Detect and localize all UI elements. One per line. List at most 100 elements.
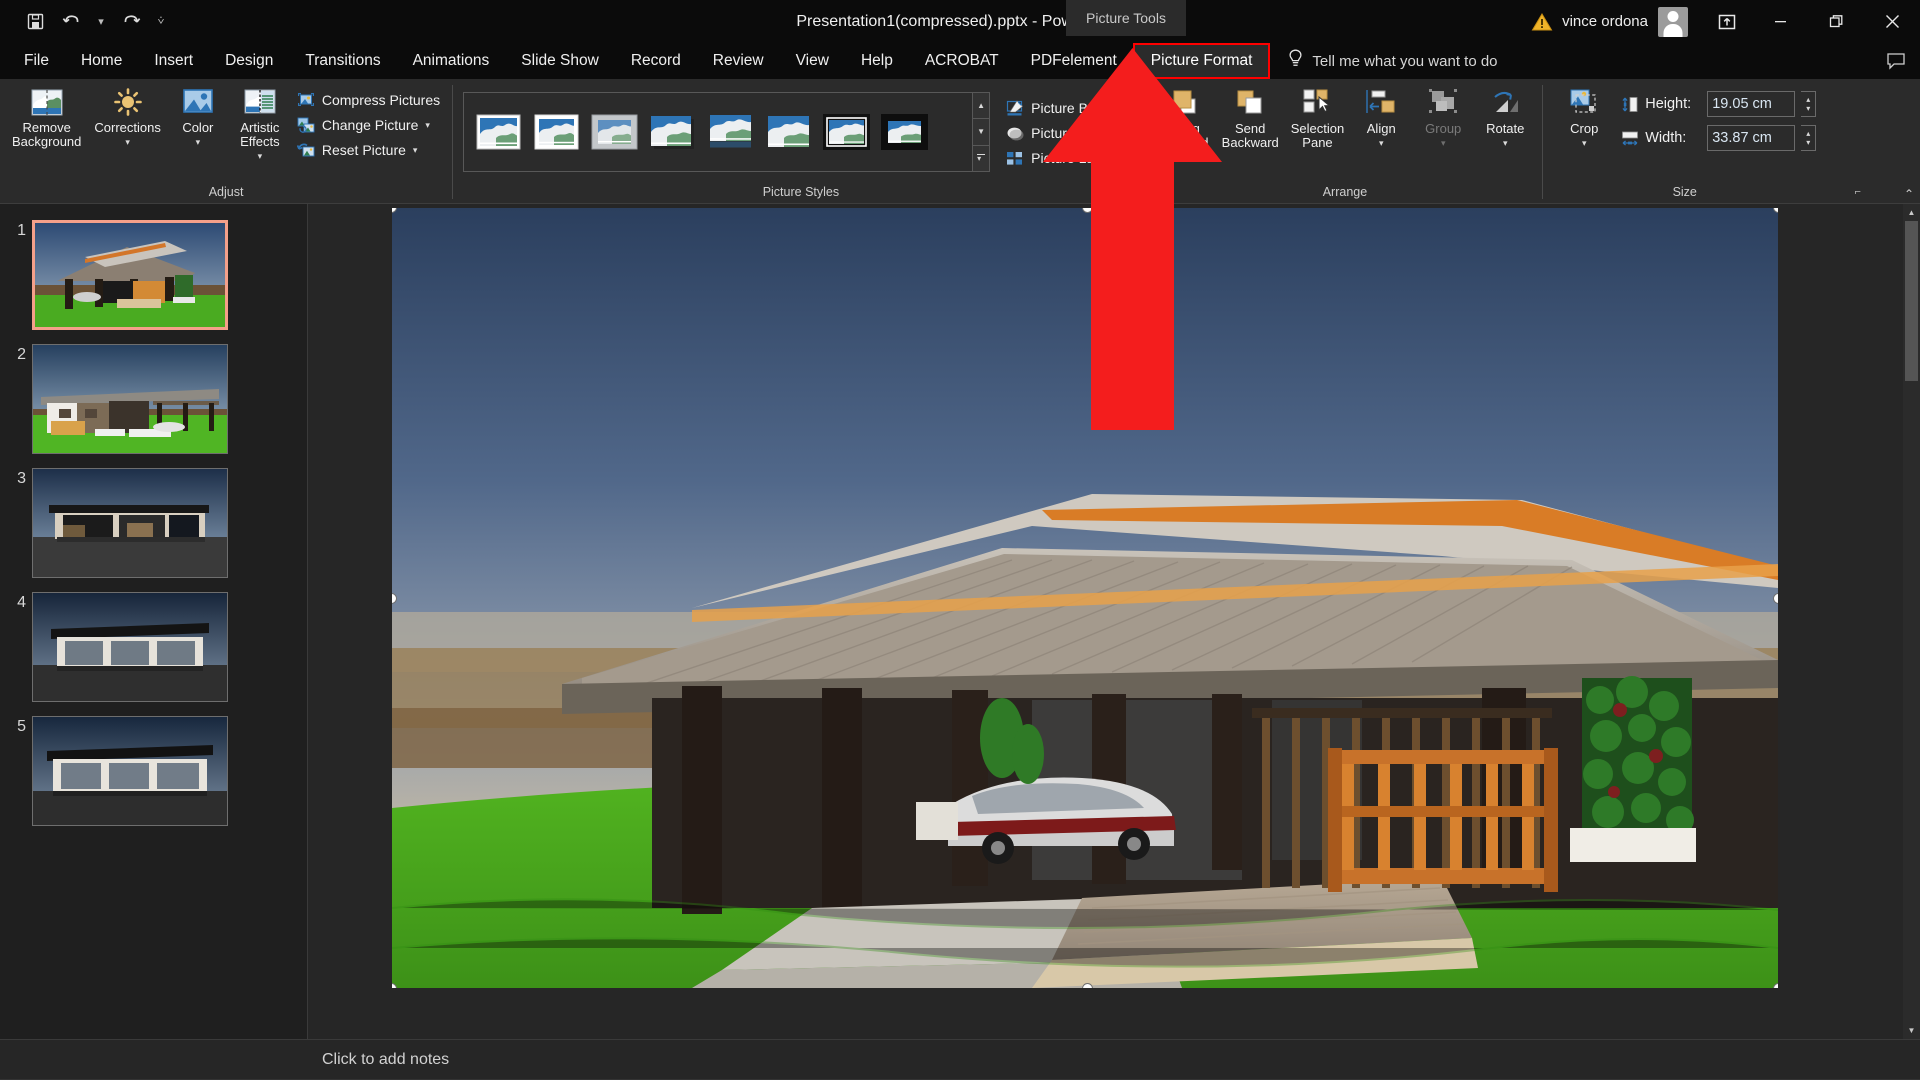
- slide-thumbnail-item[interactable]: 2: [0, 344, 307, 454]
- picture-style-thumbnail[interactable]: [474, 112, 523, 152]
- picture-style-thumbnail[interactable]: [880, 112, 929, 152]
- tab-slide-show[interactable]: Slide Show: [505, 43, 615, 79]
- slide-canvas-area[interactable]: ▲ ▼: [308, 204, 1920, 1039]
- account-name[interactable]: vince ordona: [1562, 13, 1648, 30]
- height-spinner[interactable]: ▴ ▾: [1801, 91, 1817, 117]
- compress-pictures-button[interactable]: Compress Pictures: [291, 88, 446, 112]
- quick-access-toolbar[interactable]: ▾ ⩒: [0, 6, 172, 38]
- picture-style-thumbnail[interactable]: [590, 112, 639, 152]
- scrollbar-thumb[interactable]: [1905, 221, 1918, 381]
- change-picture-button[interactable]: Change Picture ▾: [291, 113, 446, 137]
- picture-layout-button[interactable]: Picture Layout ▾: [1000, 146, 1139, 170]
- notes-pane[interactable]: Click to add notes: [0, 1039, 1920, 1079]
- bring-forward-button[interactable]: Bring Forward: [1154, 86, 1216, 152]
- remove-background-button[interactable]: Remove Background: [6, 86, 87, 151]
- gallery-scroll-up-button[interactable]: ▲: [973, 93, 990, 120]
- ribbon-group-size: Crop ▾ Height: 19.05 cm ▴ ▾ Width: 33.87…: [1543, 79, 1861, 203]
- selection-handle-bottom-center[interactable]: [1082, 983, 1093, 988]
- remove-background-icon: [30, 88, 64, 118]
- send-backward-icon: [1233, 88, 1267, 119]
- canvas-vertical-scrollbar[interactable]: ▲ ▼: [1903, 204, 1920, 1039]
- group-label-size: Size ⌐: [1553, 181, 1861, 203]
- slide-thumbnail-3[interactable]: [32, 468, 228, 578]
- warning-icon[interactable]: [1531, 12, 1553, 32]
- undo-icon[interactable]: [54, 6, 88, 38]
- width-field[interactable]: 33.87 cm: [1707, 125, 1796, 151]
- tab-view[interactable]: View: [780, 43, 845, 79]
- close-button[interactable]: [1864, 0, 1920, 43]
- slide-thumbnail-item[interactable]: 3: [0, 468, 307, 578]
- slide-thumbnail-1[interactable]: [32, 220, 228, 330]
- title-bar: ▾ ⩒ Presentation1(compressed).pptx - Pow…: [0, 0, 1920, 43]
- scroll-up-icon[interactable]: ▲: [1903, 204, 1920, 221]
- lightbulb-icon: [1288, 49, 1303, 73]
- size-dialog-launcher[interactable]: ⌐: [1851, 187, 1864, 200]
- redo-icon[interactable]: [114, 6, 148, 38]
- avatar[interactable]: [1658, 6, 1688, 37]
- slide-thumbnail-2[interactable]: [32, 344, 228, 454]
- height-field[interactable]: 19.05 cm: [1707, 91, 1796, 117]
- slide-thumbnail-pane[interactable]: 1 2 3 4 5: [0, 204, 308, 1039]
- tell-me-search[interactable]: Tell me what you want to do: [1270, 43, 1498, 79]
- width-spinner[interactable]: ▴ ▾: [1801, 125, 1817, 151]
- gallery-more-button[interactable]: ▾: [973, 145, 990, 171]
- adjust-small-commands: Compress Pictures Change Picture ▾ Reset…: [291, 86, 446, 162]
- picture-styles-gallery[interactable]: [463, 92, 974, 172]
- tab-acrobat[interactable]: ACROBAT: [909, 43, 1015, 79]
- tab-review[interactable]: Review: [697, 43, 780, 79]
- tab-animations[interactable]: Animations: [397, 43, 506, 79]
- picture-style-thumbnail[interactable]: [532, 112, 581, 152]
- restore-button[interactable]: [1808, 0, 1864, 43]
- slide-thumbnail-item[interactable]: 4: [0, 592, 307, 702]
- picture-style-thumbnail[interactable]: [822, 112, 871, 152]
- slide-thumbnail-5[interactable]: [32, 716, 228, 826]
- selection-pane-button[interactable]: Selection Pane: [1285, 86, 1350, 152]
- slide-number: 1: [17, 222, 26, 239]
- slide-thumbnail-item[interactable]: 1: [0, 220, 307, 330]
- title-bar-right: vince ordona: [1531, 0, 1920, 43]
- picture-styles-dialog-launcher[interactable]: ⌐: [1130, 187, 1143, 200]
- save-icon[interactable]: [18, 6, 52, 38]
- ribbon-display-options-icon[interactable]: [1702, 0, 1752, 43]
- crop-button[interactable]: Crop ▾: [1553, 86, 1615, 149]
- picture-border-button[interactable]: Picture Border ▾: [1000, 96, 1139, 120]
- slide-image[interactable]: [392, 208, 1778, 988]
- minimize-button[interactable]: [1752, 0, 1808, 43]
- picture-style-thumbnail[interactable]: [706, 112, 755, 152]
- picture-styles-scroll-controls[interactable]: ▲ ▼ ▾: [973, 92, 991, 172]
- tab-record[interactable]: Record: [615, 43, 697, 79]
- notes-placeholder[interactable]: Click to add notes: [308, 1051, 449, 1069]
- picture-style-thumbnail[interactable]: [764, 112, 813, 152]
- slide-thumbnail-item[interactable]: 5: [0, 716, 307, 826]
- tab-picture-format[interactable]: Picture Format: [1132, 43, 1271, 79]
- undo-dropdown-icon[interactable]: ▾: [90, 6, 112, 38]
- comments-top-icon[interactable]: [1886, 43, 1920, 79]
- collapse-ribbon-button[interactable]: ⌃: [1904, 187, 1914, 201]
- reset-picture-button[interactable]: Reset Picture ▾: [291, 138, 446, 162]
- customize-quick-access-toolbar-icon[interactable]: ⩒: [150, 6, 172, 38]
- slide-surface[interactable]: [392, 208, 1778, 988]
- selection-handle-middle-right[interactable]: [1773, 593, 1778, 604]
- artistic-effects-button[interactable]: Artistic Effects ▾: [229, 86, 291, 162]
- tab-pdfelement[interactable]: PDFelement: [1015, 43, 1133, 79]
- selection-handle-bottom-right[interactable]: [1773, 983, 1778, 988]
- tab-transitions[interactable]: Transitions: [289, 43, 396, 79]
- tab-file[interactable]: File: [8, 43, 65, 79]
- tab-help[interactable]: Help: [845, 43, 909, 79]
- slide-thumbnail-4[interactable]: [32, 592, 228, 702]
- bring-forward-label: Bring Forward: [1160, 121, 1209, 150]
- color-button[interactable]: Color ▾: [167, 86, 229, 148]
- gallery-scroll-down-button[interactable]: ▼: [973, 119, 990, 146]
- corrections-button[interactable]: Corrections ▾: [88, 86, 166, 148]
- compress-pictures-label: Compress Pictures: [321, 92, 441, 108]
- align-button[interactable]: Align ▾: [1350, 86, 1412, 149]
- send-backward-button[interactable]: Send Backward: [1216, 86, 1285, 152]
- picture-style-thumbnail[interactable]: [648, 112, 697, 152]
- scroll-down-icon[interactable]: ▼: [1903, 1022, 1920, 1039]
- chevron-down-icon: ▾: [1581, 138, 1587, 148]
- picture-effects-button[interactable]: Picture Effects ▾: [1000, 121, 1139, 145]
- tab-home[interactable]: Home: [65, 43, 138, 79]
- rotate-button[interactable]: Rotate ▾: [1474, 86, 1536, 149]
- tab-design[interactable]: Design: [209, 43, 289, 79]
- tab-insert[interactable]: Insert: [138, 43, 209, 79]
